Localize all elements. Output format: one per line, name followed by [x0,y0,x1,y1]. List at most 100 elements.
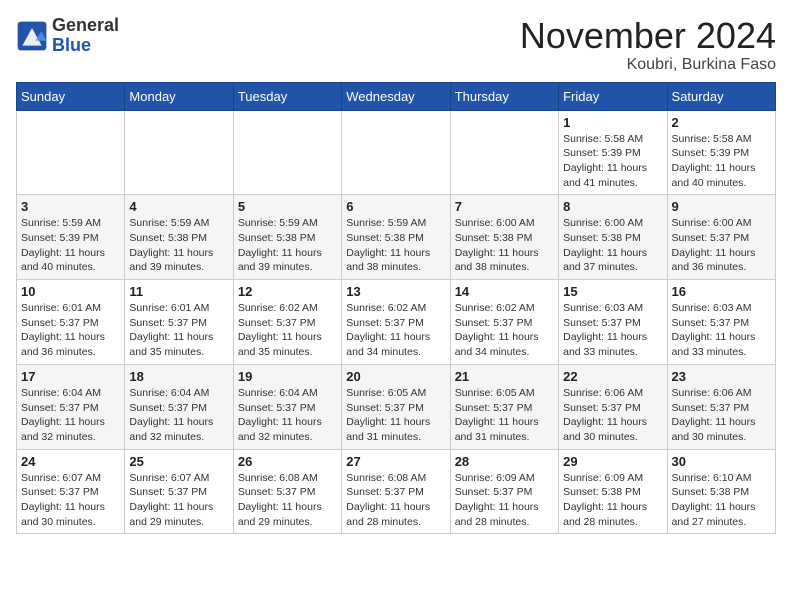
calendar-cell: 19 Sunrise: 6:04 AM Sunset: 5:37 PM Dayli… [233,364,341,449]
day-info: Sunrise: 6:01 AM Sunset: 5:37 PM Dayligh… [129,301,228,360]
calendar-week-row: 17 Sunrise: 6:04 AM Sunset: 5:37 PM Dayli… [17,364,776,449]
calendar-cell: 2 Sunrise: 5:58 AM Sunset: 5:39 PM Daylig… [667,110,775,195]
calendar-cell: 26Sunrise: 6:08 AM Sunset: 5:37 PM Dayli… [233,449,341,534]
day-info: Sunrise: 5:58 AM Sunset: 5:39 PM Dayligh… [672,132,771,191]
day-info: Sunrise: 5:58 AM Sunset: 5:39 PM Dayligh… [563,132,662,191]
logo-general: General [52,15,119,35]
day-number: 22 [563,369,662,384]
logo-text: General Blue [52,16,119,56]
logo-icon [16,20,48,52]
weekday-header: Monday [125,82,233,110]
calendar-cell [17,110,125,195]
day-info: Sunrise: 6:04 AM Sunset: 5:37 PM Dayligh… [21,386,120,445]
day-number: 5 [238,199,337,214]
day-info: Sunrise: 6:02 AM Sunset: 5:37 PM Dayligh… [346,301,445,360]
calendar-cell: 13 Sunrise: 6:02 AM Sunset: 5:37 PM Dayli… [342,280,450,365]
day-number: 29 [563,454,662,469]
calendar-cell: 15 Sunrise: 6:03 AM Sunset: 5:37 PM Dayli… [559,280,667,365]
day-info: Sunrise: 6:07 AM Sunset: 5:37 PM Dayligh… [129,471,228,530]
day-number: 27 [346,454,445,469]
day-number: 30 [672,454,771,469]
title-block: November 2024 Koubri, Burkina Faso [520,16,776,74]
calendar-cell: 30 Sunrise: 6:10 AM Sunset: 5:38 PM Dayli… [667,449,775,534]
day-number: 24 [21,454,120,469]
calendar-cell: 23 Sunrise: 6:06 AM Sunset: 5:37 PM Dayli… [667,364,775,449]
calendar-cell: 27Sunrise: 6:08 AM Sunset: 5:37 PM Dayli… [342,449,450,534]
calendar-week-row: 3 Sunrise: 5:59 AM Sunset: 5:39 PM Daylig… [17,195,776,280]
day-number: 21 [455,369,554,384]
day-info: Sunrise: 6:01 AM Sunset: 5:37 PM Dayligh… [21,301,120,360]
day-info: Sunrise: 6:02 AM Sunset: 5:37 PM Dayligh… [238,301,337,360]
day-info: Sunrise: 6:03 AM Sunset: 5:37 PM Dayligh… [563,301,662,360]
calendar-header-row: SundayMondayTuesdayWednesdayThursdayFrid… [17,82,776,110]
day-number: 19 [238,369,337,384]
calendar-cell: 14Sunrise: 6:02 AM Sunset: 5:37 PM Dayli… [450,280,558,365]
day-info: Sunrise: 5:59 AM Sunset: 5:38 PM Dayligh… [238,216,337,275]
calendar-cell: 22Sunrise: 6:06 AM Sunset: 5:37 PM Dayli… [559,364,667,449]
calendar-cell: 25 Sunrise: 6:07 AM Sunset: 5:37 PM Dayli… [125,449,233,534]
calendar-cell: 12Sunrise: 6:02 AM Sunset: 5:37 PM Dayli… [233,280,341,365]
day-info: Sunrise: 6:04 AM Sunset: 5:37 PM Dayligh… [238,386,337,445]
weekday-header: Wednesday [342,82,450,110]
calendar-cell: 10 Sunrise: 6:01 AM Sunset: 5:37 PM Dayli… [17,280,125,365]
day-info: Sunrise: 6:00 AM Sunset: 5:38 PM Dayligh… [563,216,662,275]
day-number: 20 [346,369,445,384]
calendar-cell: 11 Sunrise: 6:01 AM Sunset: 5:37 PM Dayli… [125,280,233,365]
day-info: Sunrise: 6:08 AM Sunset: 5:37 PM Dayligh… [238,471,337,530]
day-info: Sunrise: 6:05 AM Sunset: 5:37 PM Dayligh… [346,386,445,445]
day-info: Sunrise: 5:59 AM Sunset: 5:39 PM Dayligh… [21,216,120,275]
day-number: 8 [563,199,662,214]
day-number: 13 [346,284,445,299]
day-info: Sunrise: 6:07 AM Sunset: 5:37 PM Dayligh… [21,471,120,530]
weekday-header: Tuesday [233,82,341,110]
calendar-cell: 20 Sunrise: 6:05 AM Sunset: 5:37 PM Dayli… [342,364,450,449]
logo-blue: Blue [52,35,91,55]
day-info: Sunrise: 6:10 AM Sunset: 5:38 PM Dayligh… [672,471,771,530]
day-number: 25 [129,454,228,469]
day-number: 23 [672,369,771,384]
calendar-cell: 1 Sunrise: 5:58 AM Sunset: 5:39 PM Daylig… [559,110,667,195]
calendar-cell: 9 Sunrise: 6:00 AM Sunset: 5:37 PM Daylig… [667,195,775,280]
calendar-cell: 21 Sunrise: 6:05 AM Sunset: 5:37 PM Dayli… [450,364,558,449]
calendar-cell: 5 Sunrise: 5:59 AM Sunset: 5:38 PM Daylig… [233,195,341,280]
day-info: Sunrise: 6:06 AM Sunset: 5:37 PM Dayligh… [672,386,771,445]
weekday-header: Saturday [667,82,775,110]
day-number: 6 [346,199,445,214]
page-title: November 2024 [520,16,776,56]
weekday-header: Friday [559,82,667,110]
weekday-header: Thursday [450,82,558,110]
calendar-cell: 29Sunrise: 6:09 AM Sunset: 5:38 PM Dayli… [559,449,667,534]
calendar-cell: 17 Sunrise: 6:04 AM Sunset: 5:37 PM Dayli… [17,364,125,449]
day-number: 11 [129,284,228,299]
day-info: Sunrise: 6:09 AM Sunset: 5:37 PM Dayligh… [455,471,554,530]
day-info: Sunrise: 6:00 AM Sunset: 5:38 PM Dayligh… [455,216,554,275]
day-info: Sunrise: 6:00 AM Sunset: 5:37 PM Dayligh… [672,216,771,275]
day-info: Sunrise: 5:59 AM Sunset: 5:38 PM Dayligh… [129,216,228,275]
day-number: 28 [455,454,554,469]
day-number: 17 [21,369,120,384]
calendar-cell: 3 Sunrise: 5:59 AM Sunset: 5:39 PM Daylig… [17,195,125,280]
calendar-week-row: 1 Sunrise: 5:58 AM Sunset: 5:39 PM Daylig… [17,110,776,195]
weekday-header: Sunday [17,82,125,110]
day-info: Sunrise: 6:04 AM Sunset: 5:37 PM Dayligh… [129,386,228,445]
day-number: 9 [672,199,771,214]
day-number: 15 [563,284,662,299]
day-number: 1 [563,115,662,130]
calendar-table: SundayMondayTuesdayWednesdayThursdayFrid… [16,82,776,535]
calendar-cell: 16Sunrise: 6:03 AM Sunset: 5:37 PM Dayli… [667,280,775,365]
calendar-cell: 4Sunrise: 5:59 AM Sunset: 5:38 PM Daylig… [125,195,233,280]
calendar-week-row: 24 Sunrise: 6:07 AM Sunset: 5:37 PM Dayli… [17,449,776,534]
page-subtitle: Koubri, Burkina Faso [520,56,776,74]
calendar-cell: 6Sunrise: 5:59 AM Sunset: 5:38 PM Daylig… [342,195,450,280]
day-number: 7 [455,199,554,214]
day-info: Sunrise: 6:03 AM Sunset: 5:37 PM Dayligh… [672,301,771,360]
day-info: Sunrise: 6:05 AM Sunset: 5:37 PM Dayligh… [455,386,554,445]
calendar-cell [125,110,233,195]
calendar-cell: 7 Sunrise: 6:00 AM Sunset: 5:38 PM Daylig… [450,195,558,280]
day-number: 10 [21,284,120,299]
day-info: Sunrise: 6:02 AM Sunset: 5:37 PM Dayligh… [455,301,554,360]
calendar-cell: 8 Sunrise: 6:00 AM Sunset: 5:38 PM Daylig… [559,195,667,280]
calendar-cell: 24 Sunrise: 6:07 AM Sunset: 5:37 PM Dayli… [17,449,125,534]
day-number: 2 [672,115,771,130]
day-number: 3 [21,199,120,214]
